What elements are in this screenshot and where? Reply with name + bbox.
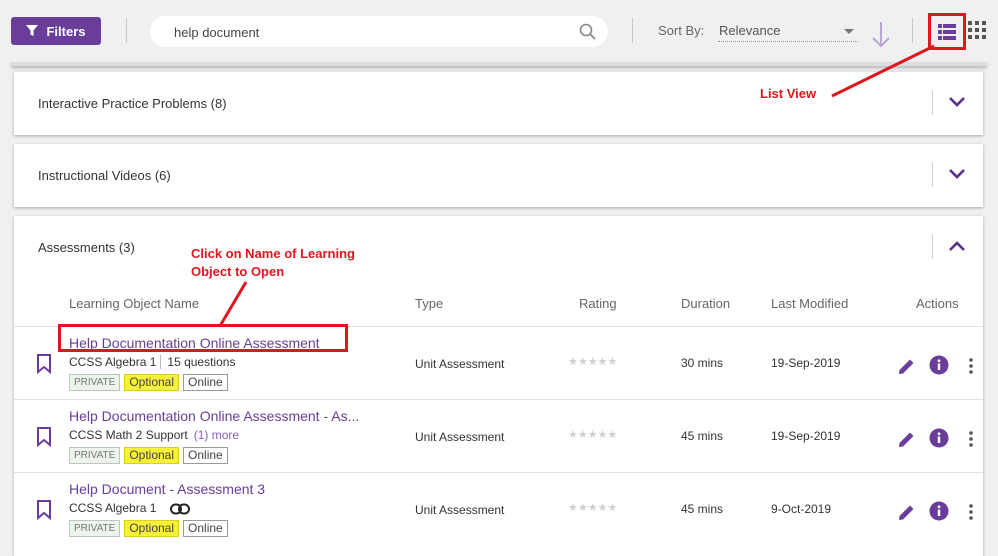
annotation-highlight-box [58, 324, 348, 352]
annotation-line: Object to Open [191, 264, 285, 279]
name-pointer-line [218, 281, 248, 327]
annotation-arrows [218, 44, 935, 327]
annotation-line: Click on Name of Learning [191, 246, 355, 261]
annotation-list-view: List View [760, 86, 817, 101]
annotation-click-name: Click on Name of Learning Object to Open [191, 245, 355, 281]
list-view-pointer-line [831, 44, 935, 98]
